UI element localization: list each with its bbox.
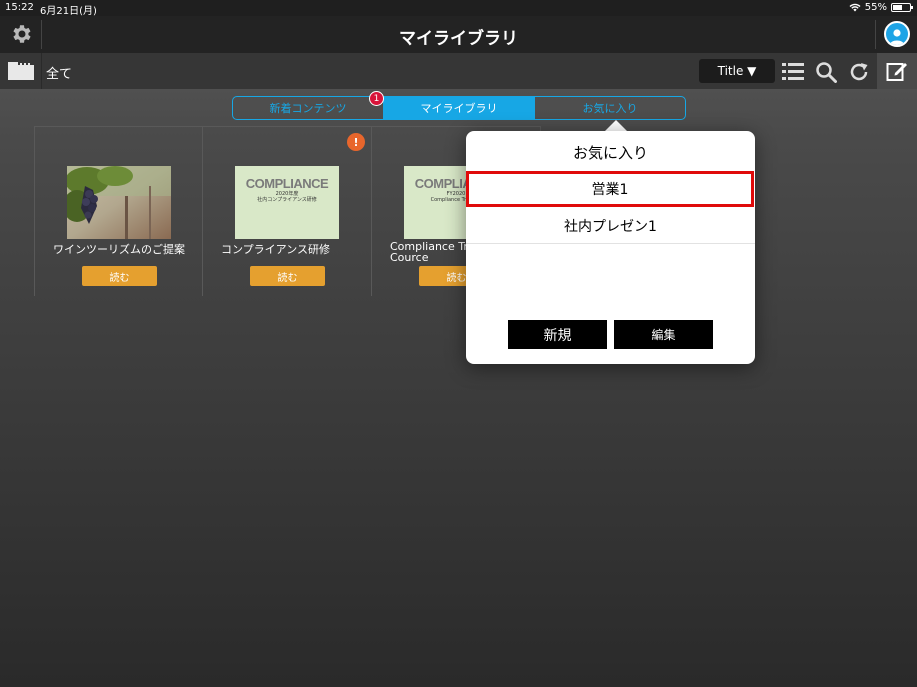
status-date: 6月21日(月) — [40, 6, 97, 17]
nav-bar: マイライブラリ — [0, 16, 917, 53]
tab-my-library[interactable]: マイライブラリ — [383, 97, 534, 119]
card-title: ワインツーリズムのご提案 — [53, 243, 185, 256]
favorite-folder-item[interactable]: 営業1 — [466, 171, 754, 207]
favorites-popover: お気に入り 営業1 社内プレゼン1 新規 編集 — [466, 131, 755, 364]
toolbar: 全て Title ▼ — [0, 53, 917, 89]
wifi-icon — [849, 3, 861, 12]
edit-folders-button[interactable]: 編集 — [614, 320, 713, 349]
popover-title: お気に入り — [572, 144, 648, 162]
thumb-line: 社内コンプライアンス研修 — [257, 197, 317, 203]
folder-icon[interactable] — [8, 62, 34, 80]
page-title: マイライブラリ — [399, 29, 518, 49]
user-icon — [890, 29, 904, 45]
read-button[interactable]: 読む — [82, 266, 157, 286]
thumb-heading: COMPLIANCE — [245, 176, 329, 191]
search-icon[interactable] — [815, 61, 837, 83]
compliance-thumbnail[interactable]: COMPLIANCE 2020年度 社内コンプライアンス研修 — [235, 166, 339, 239]
read-button[interactable]: 読む — [250, 266, 325, 286]
tab-label: お気に入り — [582, 102, 638, 115]
new-folder-button[interactable]: 新規 — [508, 320, 607, 349]
folder-label[interactable]: 全て — [46, 63, 72, 82]
favorite-folder-item[interactable]: 社内プレゼン1 — [466, 208, 755, 244]
tab-new-contents[interactable]: 新着コンテンツ — [233, 97, 383, 119]
list-view-icon[interactable] — [782, 61, 804, 83]
battery-percent: 55% — [864, 2, 887, 13]
tab-favorites[interactable]: お気に入り — [534, 97, 685, 119]
status-time: 15:22 — [5, 2, 34, 13]
alert-badge: ! — [347, 133, 365, 151]
tab-label: 新着コンテンツ — [269, 102, 347, 115]
battery-icon — [891, 3, 913, 12]
tab-label: マイライブラリ — [420, 102, 498, 115]
status-right: 55% — [849, 2, 913, 13]
edit-button[interactable] — [877, 53, 917, 89]
status-bar: 15:22 6月21日(月) 55% — [0, 0, 917, 17]
new-count-badge: 1 — [369, 91, 384, 106]
edit-icon — [886, 63, 907, 81]
refresh-icon[interactable] — [848, 61, 870, 83]
sort-button[interactable]: Title ▼ — [699, 59, 775, 83]
toolbar-divider — [41, 53, 42, 89]
nav-divider-right — [875, 20, 876, 49]
content-card[interactable]: ! COMPLIANCE 2020年度 社内コンプライアンス研修 コンプライアン… — [203, 126, 372, 296]
content-card[interactable]: ワインツーリズムのご提案 読む — [34, 126, 203, 296]
card-title: コンプライアンス研修 — [221, 243, 331, 256]
content-tabs: 新着コンテンツ マイライブラリ お気に入り 1 — [232, 91, 686, 120]
account-button[interactable] — [884, 21, 910, 47]
wine-thumbnail[interactable] — [67, 166, 171, 239]
grape-image — [67, 166, 171, 239]
